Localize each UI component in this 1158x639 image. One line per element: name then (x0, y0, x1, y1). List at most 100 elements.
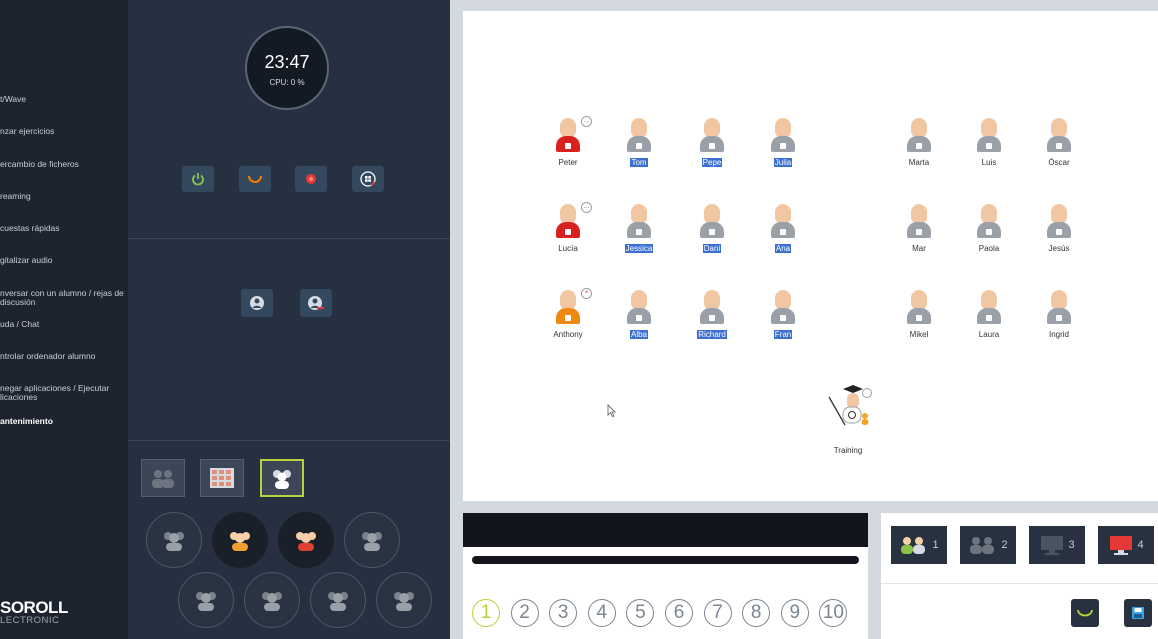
save-button[interactable] (1124, 599, 1152, 627)
menu-item-digitize-audio[interactable]: gitalizar audio (0, 256, 128, 265)
monitor-button-4[interactable]: 4 (1098, 526, 1154, 564)
channel-button[interactable]: 1 (472, 599, 500, 627)
restart-button[interactable] (239, 166, 271, 192)
group-button-2[interactable] (212, 512, 268, 568)
student-name: Julia (773, 158, 793, 167)
group-button-7[interactable] (310, 572, 366, 628)
student-station[interactable]: … Lucía (538, 202, 598, 256)
student-name: Mar (912, 244, 926, 253)
student-station[interactable]: Pepe (682, 118, 742, 170)
channel-button[interactable]: 3 (549, 599, 578, 627)
student-avatar-icon (1047, 118, 1071, 152)
stop-button[interactable] (295, 166, 327, 192)
channel-button[interactable]: 10 (819, 599, 848, 627)
student-disconnect-icon (308, 296, 324, 310)
student-station[interactable]: Dani (682, 204, 742, 256)
save-icon (1132, 607, 1144, 619)
group-view-icon (152, 470, 174, 488)
class-view-icon (273, 470, 291, 489)
student-station[interactable]: … Peter (538, 116, 598, 170)
student-station[interactable]: Tom (609, 118, 669, 170)
panel-divider (128, 440, 450, 441)
group-talk-button-1[interactable]: 1 (891, 526, 947, 564)
teacher-name: Training (833, 446, 863, 455)
group-button-8[interactable] (376, 572, 432, 628)
student-station[interactable]: Jessica (609, 204, 669, 256)
group-button-3[interactable] (278, 512, 334, 568)
channel-button[interactable]: 5 (626, 599, 655, 627)
student-station[interactable]: Fran (753, 290, 813, 342)
student-name: Alba (629, 330, 648, 339)
group-button-4[interactable] (344, 512, 400, 568)
student-name: Jessica (624, 244, 654, 253)
channel-button[interactable]: 7 (703, 599, 732, 627)
student-avatar-icon (771, 290, 795, 324)
student-avatar-icon (907, 290, 931, 324)
student-name: Óscar (1048, 158, 1070, 167)
groups-panel: 1 2 3 4 (881, 513, 1158, 639)
student-button[interactable] (241, 289, 273, 317)
menu-item-streaming[interactable]: reaming (0, 192, 128, 201)
student-station[interactable]: Mikel (889, 290, 949, 342)
student-avatar-icon (627, 118, 651, 152)
menu-item-conversation[interactable]: nversar con un alumno / rejas de discusi… (0, 289, 128, 307)
channel-button[interactable]: 8 (742, 599, 771, 627)
panel-divider (128, 238, 450, 239)
group-button-1[interactable] (146, 512, 202, 568)
chat-bubble-icon[interactable]: … (581, 202, 592, 213)
student-avatar-icon: … (556, 116, 592, 152)
chat-bubble-icon[interactable]: … (581, 116, 592, 127)
menu-item-netwave[interactable]: t/Wave (0, 95, 128, 104)
refresh-button[interactable] (1071, 599, 1099, 627)
power-button[interactable] (182, 166, 214, 192)
group-talk-button-2[interactable]: 2 (960, 526, 1016, 564)
brand-subtitle: LECTRONIC (0, 615, 60, 626)
class-view-button[interactable] (260, 459, 304, 497)
student-station[interactable]: Paola (959, 204, 1019, 256)
group-icon (296, 532, 316, 551)
menu-item-file-exchange[interactable]: ercambio de ficheros (0, 160, 128, 169)
group-number: 2 (1001, 539, 1008, 551)
student-station[interactable]: Ingrid (1029, 290, 1089, 342)
group-button-6[interactable] (244, 572, 300, 628)
monitor-button-3[interactable]: 3 (1029, 526, 1085, 564)
logoff-button[interactable] (352, 166, 384, 192)
menu-item-maintenance[interactable]: antenimiento (0, 417, 128, 426)
student-disconnect-button[interactable] (300, 289, 332, 317)
group-number: 1 (932, 539, 939, 551)
student-station[interactable]: Luis (959, 118, 1019, 170)
student-station[interactable]: Mar (889, 204, 949, 256)
grid-view-button[interactable] (200, 459, 244, 497)
student-avatar-icon (627, 204, 651, 238)
student-station[interactable]: Ana (753, 204, 813, 256)
student-station[interactable]: Óscar (1029, 118, 1089, 170)
channel-button[interactable]: 4 (587, 599, 616, 627)
student-station[interactable]: Marta (889, 118, 949, 170)
student-station[interactable]: Laura (959, 290, 1019, 342)
student-station[interactable]: Julia (753, 118, 813, 170)
student-avatar-icon (977, 118, 1001, 152)
menu-item-control-pc[interactable]: ntrolar ordenador alumno (0, 352, 128, 361)
student-station[interactable]: Jesús (1029, 204, 1089, 256)
student-name: Richard (697, 330, 727, 339)
menu-item-quick-surveys[interactable]: cuestas rápidas (0, 224, 128, 233)
student-avatar-icon (1047, 290, 1071, 324)
menu-item-applications[interactable]: negar aplicaciones / Ejecutar licaciones (0, 384, 128, 402)
channel-button[interactable]: 6 (665, 599, 693, 627)
student-station[interactable]: Alba (609, 290, 669, 342)
menu-item-exercises[interactable]: nzar ejercicios (0, 127, 128, 136)
student-name: Peter (558, 158, 578, 167)
power-icon (192, 173, 204, 186)
student-station[interactable]: Richard (682, 290, 742, 342)
group-view-button[interactable] (141, 459, 185, 497)
student-station[interactable]: × Anthony (538, 288, 598, 342)
student-avatar-icon (771, 204, 795, 238)
channel-button[interactable]: 9 (780, 599, 809, 627)
teacher-station[interactable]: Training (818, 383, 878, 458)
group-button-5[interactable] (178, 572, 234, 628)
channel-button[interactable]: 2 (510, 599, 539, 627)
close-request-icon[interactable]: × (581, 288, 592, 299)
media-progress-bar[interactable] (472, 556, 859, 564)
menu-item-help-chat[interactable]: uda / Chat (0, 320, 128, 329)
media-preview (463, 513, 868, 547)
